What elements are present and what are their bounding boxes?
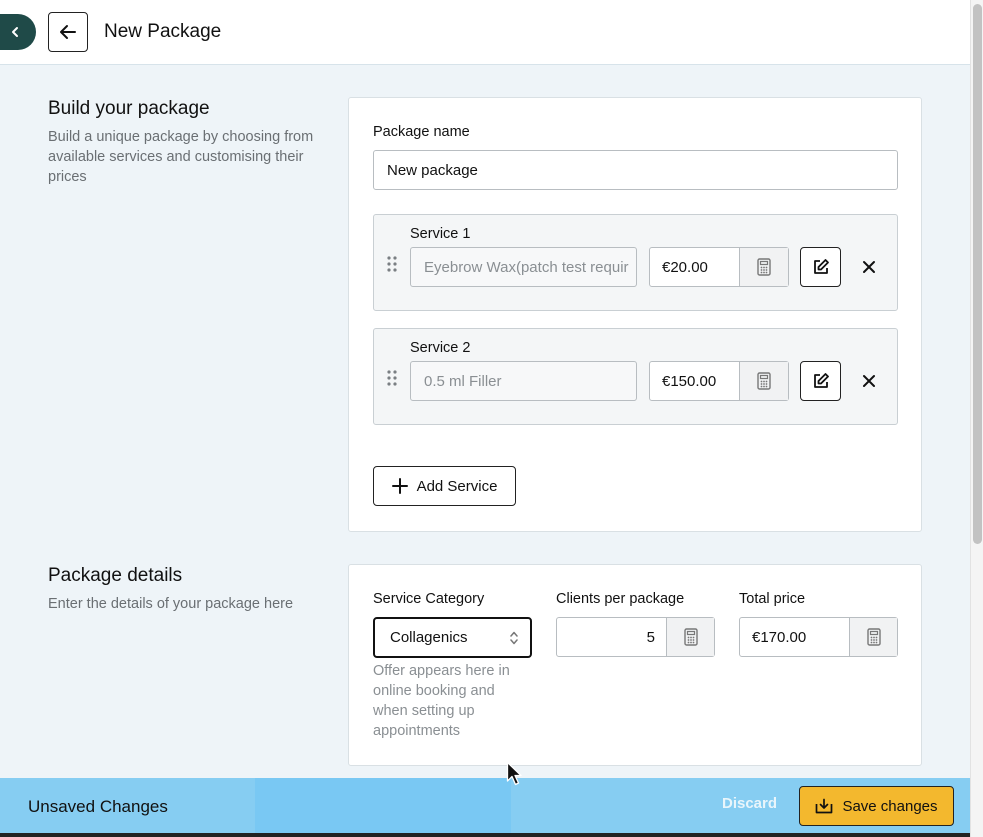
mouse-cursor-icon (506, 761, 522, 786)
save-icon (816, 798, 833, 814)
calculator-icon (757, 372, 771, 390)
save-changes-label: Save changes (842, 797, 938, 815)
vertical-scrollbar[interactable] (970, 0, 983, 837)
calculator-button[interactable] (739, 248, 788, 286)
service-category-select[interactable]: Collagenics (373, 617, 532, 658)
build-section-header: Build your package Build a unique packag… (48, 98, 333, 187)
calculator-icon (757, 258, 771, 276)
service-row: Service 2 0.5 ml Filler €150.00 (373, 328, 898, 425)
calculator-button[interactable] (666, 618, 714, 656)
add-service-label: Add Service (416, 477, 498, 495)
build-section-description: Build a unique package by choosing from … (48, 129, 314, 185)
service-category-hint: Offer appears here in online booking and… (373, 663, 510, 739)
service-category-value: Collagenics (390, 629, 468, 646)
page-title: New Package (104, 21, 222, 42)
calculator-button[interactable] (849, 618, 897, 656)
unsaved-changes-bar: Unsaved Changes Discard Save changes (0, 778, 970, 833)
clients-per-package-field[interactable]: 5 (556, 617, 715, 657)
select-arrows-icon (510, 631, 518, 645)
service-row: Service 1 Eyebrow Wax(patch test requir … (373, 214, 898, 311)
plus-icon (391, 478, 408, 494)
build-section-title: Build your package (48, 98, 210, 119)
remove-service-button[interactable] (857, 255, 881, 279)
service-price-field[interactable]: €150.00 (649, 361, 789, 401)
total-price-label: Total price (739, 591, 806, 607)
package-details-card: Service Category Collagenics Offer appea… (348, 564, 922, 766)
service-label: Service 1 (410, 226, 471, 242)
page-header: New Package (0, 0, 970, 65)
total-price-value[interactable]: €170.00 (740, 618, 849, 656)
discard-button[interactable]: Discard (722, 795, 777, 812)
edit-icon (813, 373, 829, 388)
unsaved-changes-message: Unsaved Changes (28, 797, 168, 816)
service-label: Service 2 (410, 340, 471, 356)
arrow-left-icon (60, 25, 76, 39)
drag-handle-icon[interactable] (386, 369, 398, 387)
edit-service-button[interactable] (800, 361, 841, 401)
scrollbar-thumb[interactable] (973, 4, 982, 544)
clients-per-package-label: Clients per package (556, 591, 685, 607)
calculator-icon (683, 628, 698, 646)
service-price-value[interactable]: €150.00 (650, 362, 739, 400)
chevron-left-icon (12, 27, 18, 37)
calculator-icon (866, 628, 881, 646)
sidebar-collapse-button[interactable] (0, 14, 36, 50)
close-icon (863, 375, 875, 387)
calculator-button[interactable] (739, 362, 788, 400)
details-section-description: Enter the details of your package here (48, 596, 294, 612)
bar-highlight (255, 778, 511, 833)
service-price-value[interactable]: €20.00 (650, 248, 739, 286)
package-name-label: Package name (373, 124, 470, 140)
edit-icon (813, 259, 829, 274)
service-category-label: Service Category (373, 591, 485, 607)
service-name-input[interactable]: Eyebrow Wax(patch test requir (410, 247, 637, 287)
edit-service-button[interactable] (800, 247, 841, 287)
bottom-strip (0, 833, 983, 837)
details-section-title: Package details (48, 565, 183, 586)
build-package-card: Package name New package Service 1 Eyebr… (348, 97, 922, 532)
close-icon (863, 261, 875, 273)
package-name-input[interactable]: New package (373, 150, 898, 190)
total-price-field[interactable]: €170.00 (739, 617, 898, 657)
service-name-input[interactable]: 0.5 ml Filler (410, 361, 637, 401)
add-service-button[interactable]: Add Service (373, 466, 516, 506)
back-button[interactable] (48, 12, 88, 52)
clients-per-package-value[interactable]: 5 (557, 618, 666, 656)
drag-handle-icon[interactable] (386, 255, 398, 273)
remove-service-button[interactable] (857, 369, 881, 393)
details-section-header: Package details Enter the details of you… (48, 565, 333, 614)
service-price-field[interactable]: €20.00 (649, 247, 789, 287)
save-changes-button[interactable]: Save changes (799, 786, 954, 826)
